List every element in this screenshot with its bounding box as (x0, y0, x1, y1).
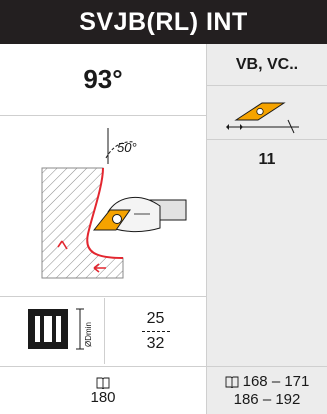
page-ref-left[interactable]: 180 (0, 368, 206, 414)
insert-code: VB, VC.. (235, 55, 299, 73)
bore-label: ØDmin (84, 322, 93, 347)
book-icon (225, 376, 239, 388)
dmin-values: 25 32 (105, 298, 206, 364)
page-ref-left-value: 180 (90, 388, 116, 406)
tool-spec-card: SVJB(RL) INT 93° VB, VC.. 11 50° ØDmin 2… (0, 0, 327, 414)
footer-divider (0, 366, 327, 367)
dmin-rule (141, 330, 170, 332)
dmin-bottom-value: 32 (146, 334, 165, 352)
page-ref-right-line1: 168 – 171 (242, 373, 310, 390)
boring-bar-diagram: 50° (41, 128, 187, 279)
insert-size-cell: 11 (207, 140, 327, 180)
row-divider (0, 296, 206, 297)
page-ref-right[interactable]: 168 – 171 186 – 192 (207, 368, 327, 414)
insert-code-cell: VB, VC.. (207, 44, 327, 86)
page-ref-right-line2: 186 – 192 (233, 391, 301, 408)
page-ref-right-first: 168 – 171 (225, 373, 310, 391)
insert-icon-cell (207, 86, 327, 140)
insert-size: 11 (258, 151, 276, 168)
bore-diameter-icon: ØDmin (28, 308, 93, 350)
approach-angle-cell: 93° (0, 44, 206, 116)
angle-label: 50° (117, 140, 137, 155)
header-bar: SVJB(RL) INT (0, 0, 327, 44)
boring-bar-icon (92, 196, 187, 233)
book-icon (96, 377, 110, 389)
insert-icon (226, 102, 299, 134)
approach-angle: 93° (83, 64, 123, 94)
dmin-top-value: 25 (146, 309, 165, 327)
tool-title: SVJB(RL) INT (79, 7, 248, 36)
